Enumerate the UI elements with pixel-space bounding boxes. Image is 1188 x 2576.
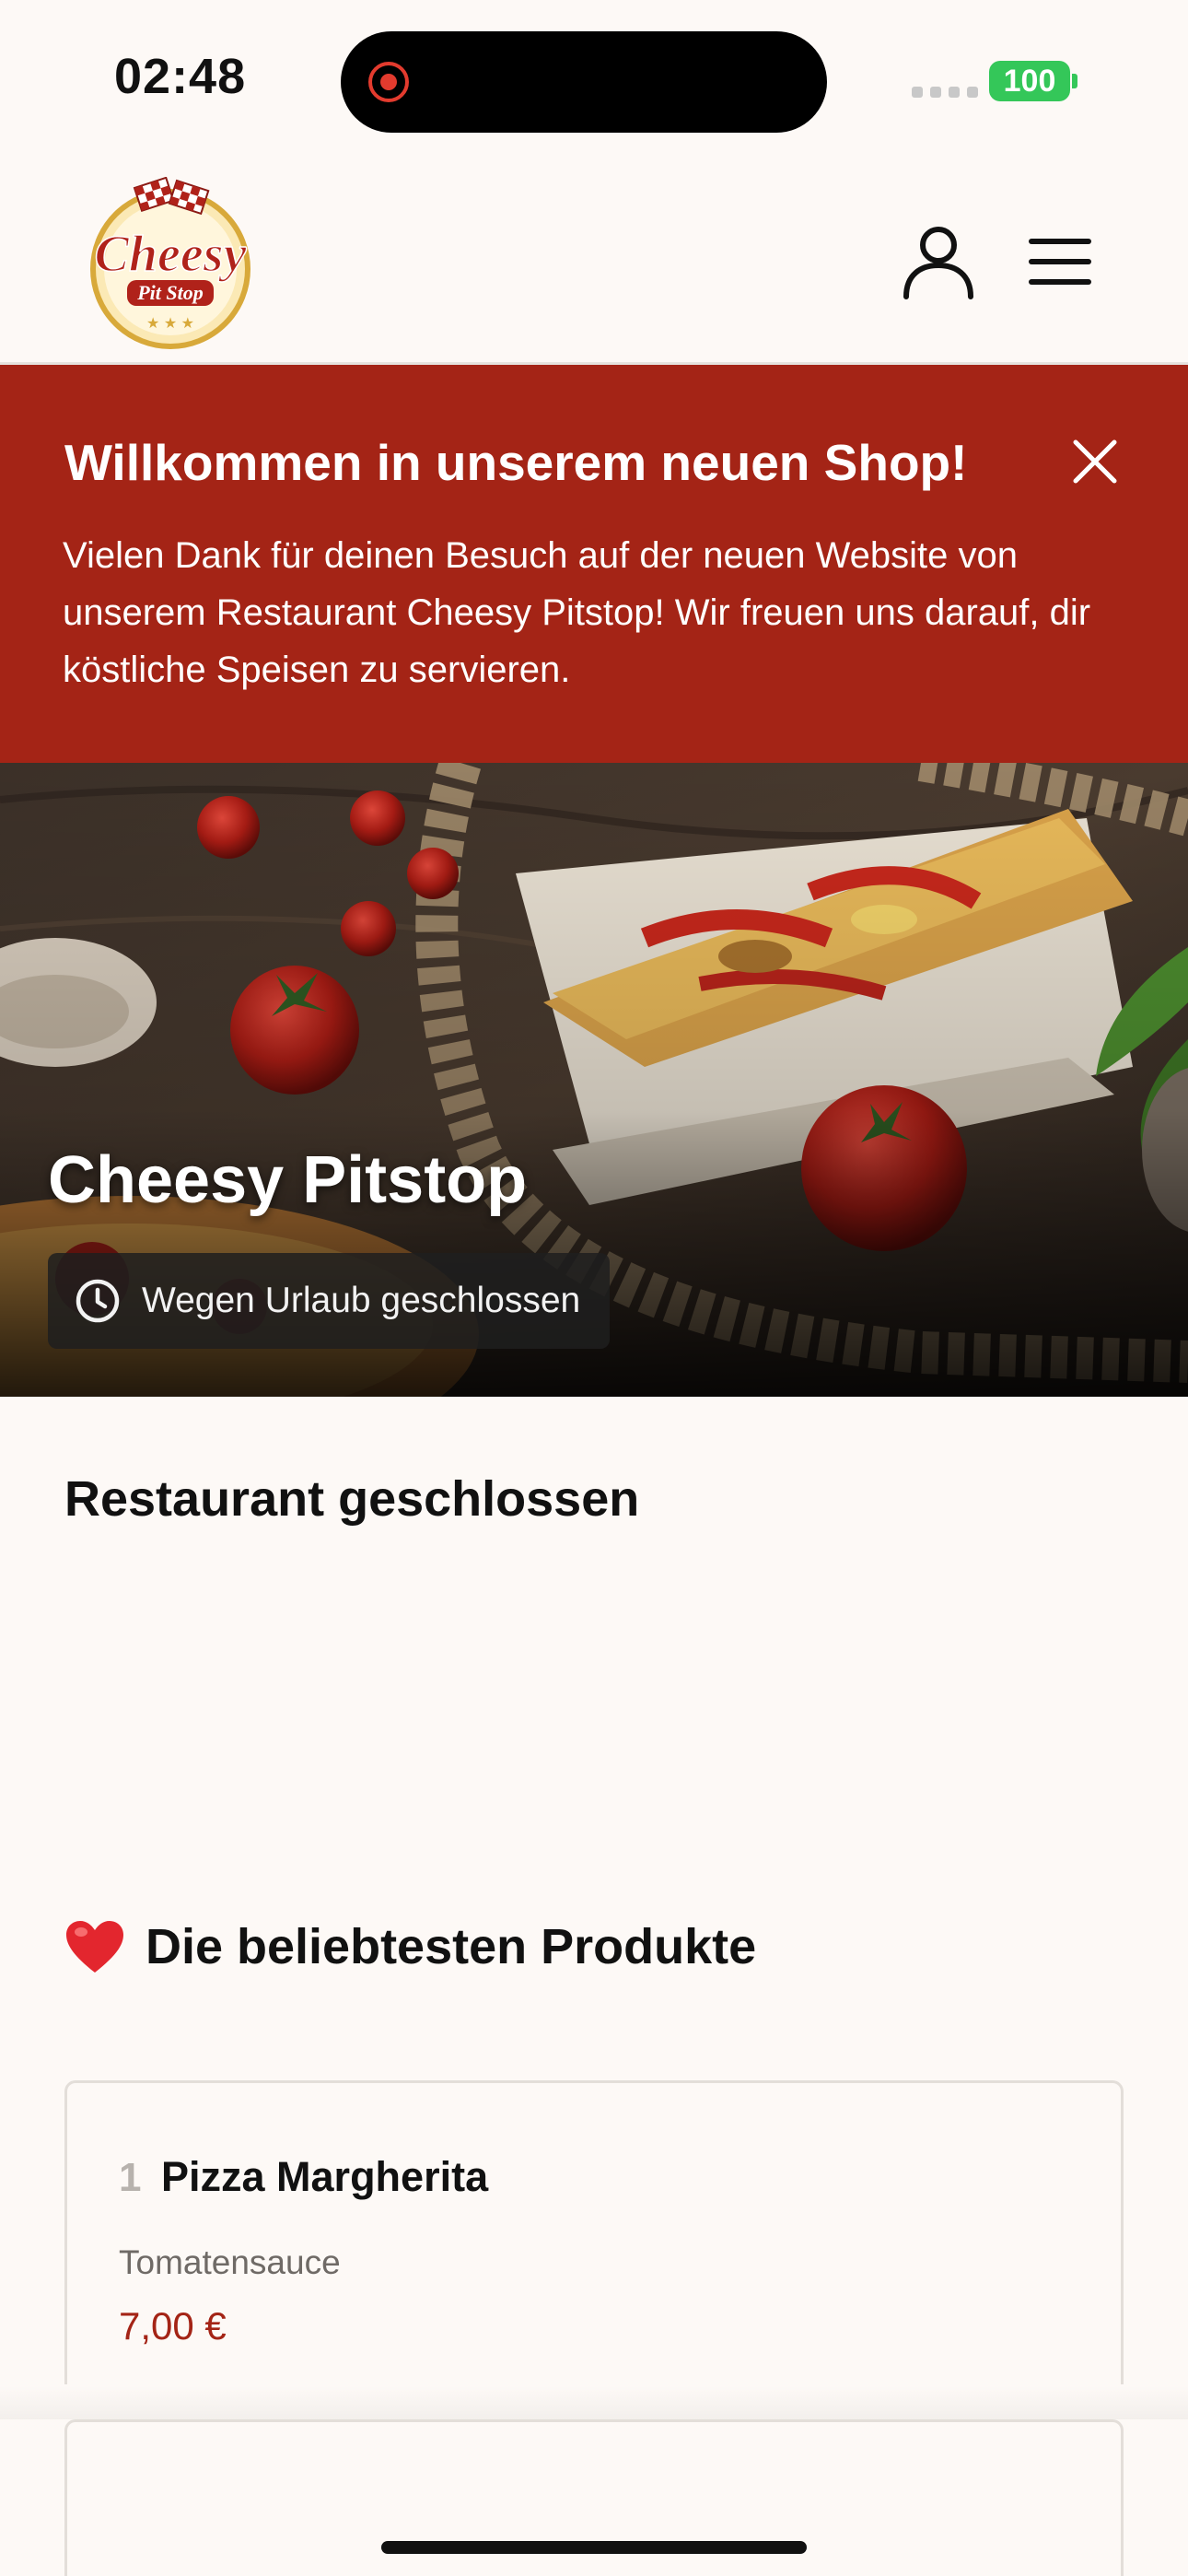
logo-text: Cheesy: [95, 226, 248, 283]
site-header: Cheesy Pit Stop ★ ★ ★: [0, 157, 1188, 365]
hero-banner: Cheesy Pitstop Wegen Urlaub geschlossen: [0, 763, 1188, 1397]
cheesy-pitstop-logo[interactable]: Cheesy Pit Stop ★ ★ ★: [74, 177, 267, 352]
popular-products-title: Die beliebtesten Produkte: [146, 1919, 757, 1974]
close-icon[interactable]: [1068, 435, 1122, 488]
banner-text: Vielen Dank für deinen Besuch auf der ne…: [63, 535, 1091, 690]
battery-icon: 100: [989, 61, 1070, 101]
menu-icon[interactable]: [1028, 232, 1092, 291]
product-rank: 1: [119, 2155, 142, 2200]
page: 02:48 100 Cheesy Pit Stop ★ ★ ★ Willkomm…: [0, 0, 1188, 2576]
signal-icon: [912, 87, 978, 98]
product-card[interactable]: 1 Pizza Margherita Tomatensauce 7,00 €: [64, 2080, 1124, 2384]
battery-cap: [1072, 74, 1077, 88]
banner-title: Willkommen in unserem neuen Shop!: [64, 434, 968, 491]
card-divider: [0, 2386, 1188, 2419]
welcome-banner: Willkommen in unserem neuen Shop! Vielen…: [0, 365, 1188, 763]
restaurant-name: Cheesy Pitstop: [48, 1143, 528, 1217]
svg-text:★ ★ ★: ★ ★ ★: [146, 316, 194, 332]
product-price: 7,00 €: [119, 2304, 227, 2348]
closed-heading: Restaurant geschlossen: [64, 1471, 640, 1527]
screen-recording-icon: [368, 62, 409, 102]
user-icon[interactable]: [899, 221, 978, 300]
logo-subtext: Pit Stop: [136, 281, 204, 304]
status-time: 02:48: [114, 49, 247, 104]
popular-products-heading: Die beliebtesten Produkte: [64, 1918, 756, 1975]
dynamic-island: [341, 31, 827, 133]
product-name: Pizza Margherita: [161, 2153, 489, 2200]
status-bar: 02:48 100: [0, 0, 1188, 157]
opening-status-badge: Wegen Urlaub geschlossen: [48, 1253, 610, 1349]
opening-status-text: Wegen Urlaub geschlossen: [142, 1281, 581, 1320]
heart-icon: [66, 1921, 123, 1973]
home-indicator[interactable]: [381, 2541, 807, 2554]
battery-level: 100: [1003, 63, 1056, 99]
clock-icon: [76, 1279, 120, 1323]
product-description: Tomatensauce: [119, 2243, 341, 2281]
